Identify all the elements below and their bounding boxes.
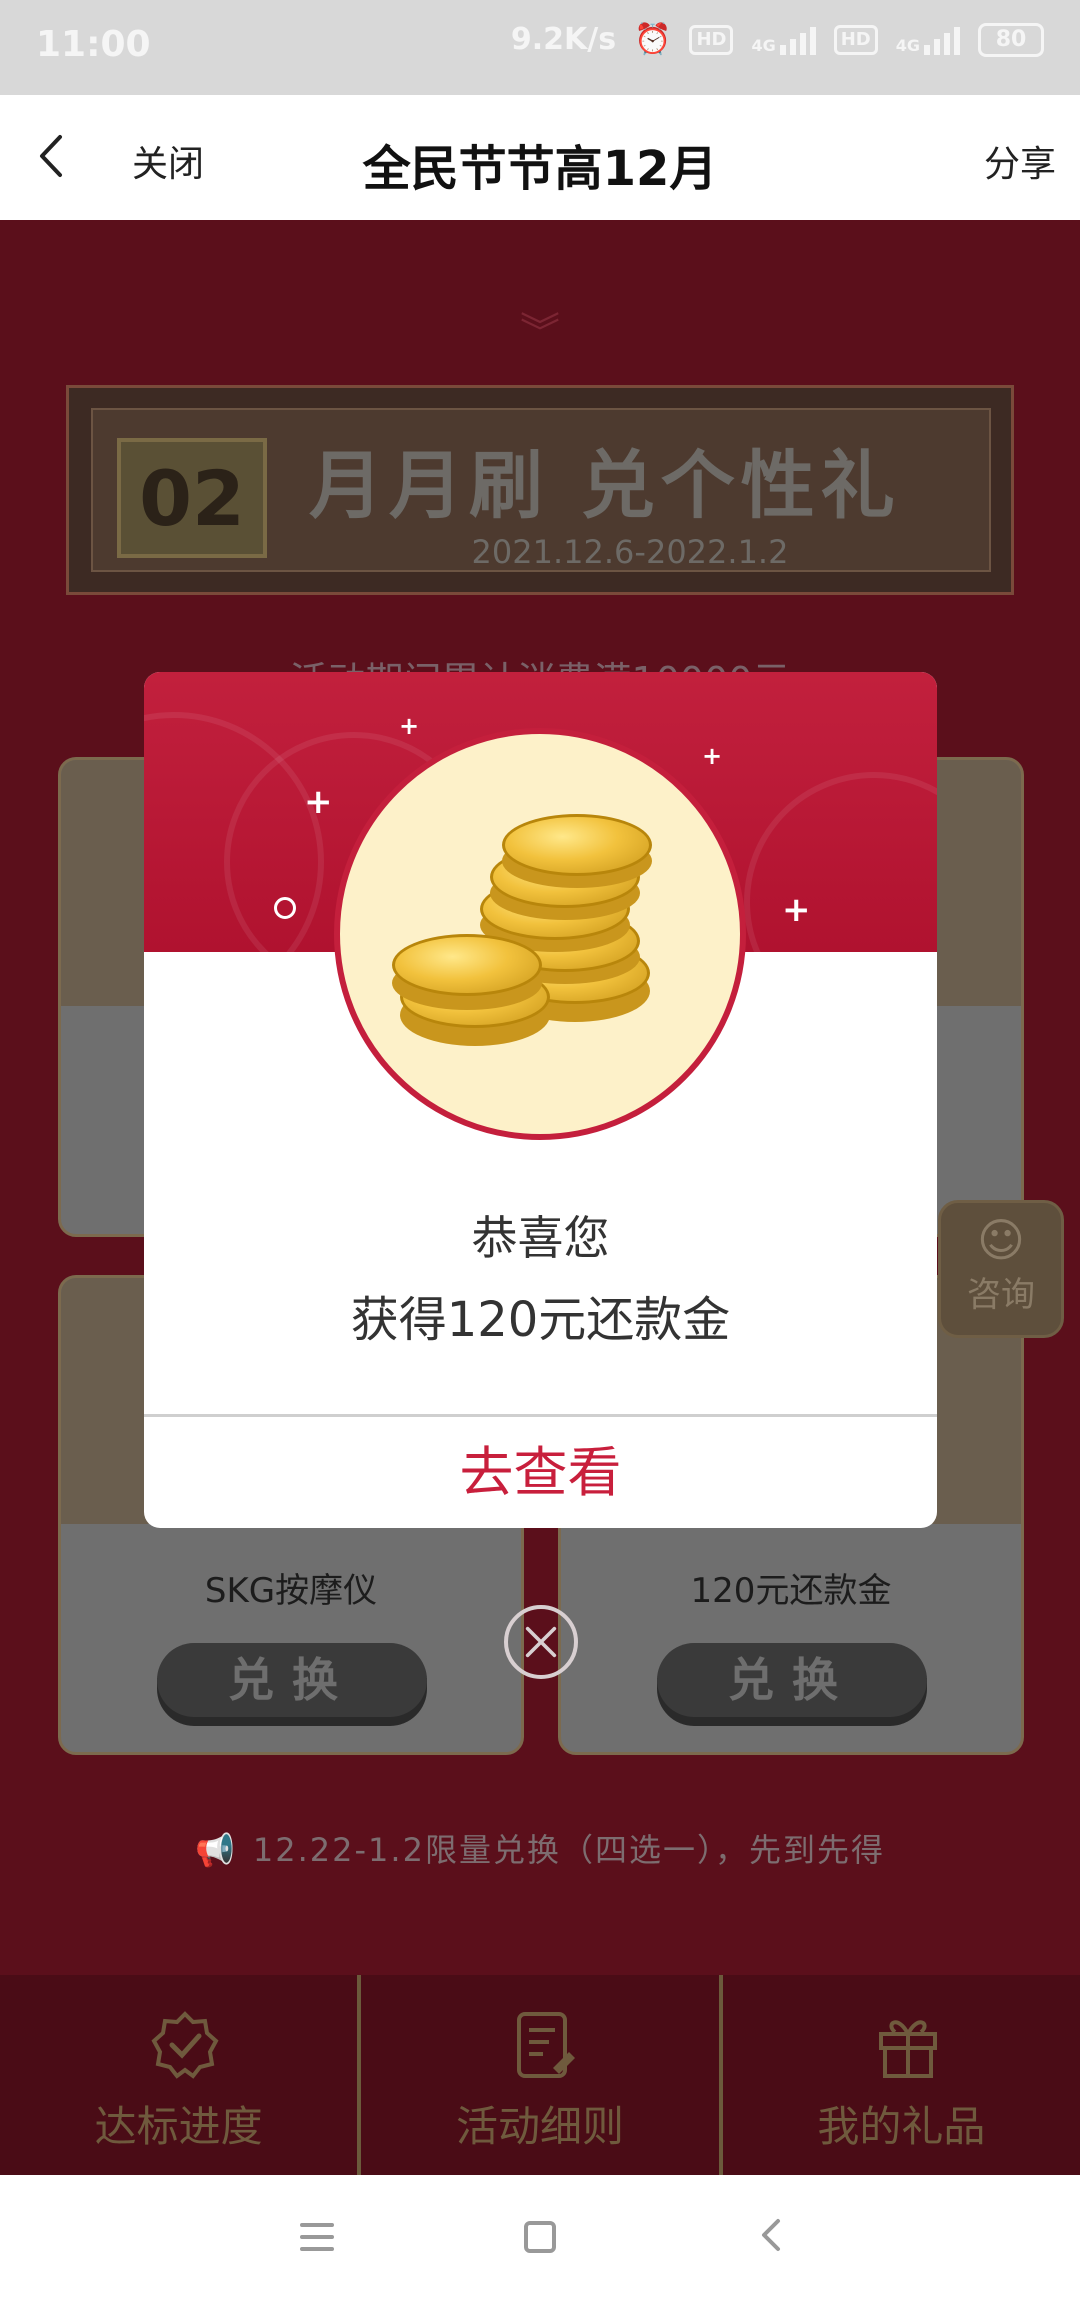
signal-icon-2: 4G [896, 25, 960, 55]
sparkle-icon: + [399, 712, 420, 740]
network-speed: 9.2K/s [510, 22, 617, 57]
close-circle-icon[interactable] [504, 1605, 578, 1679]
gift-icon [878, 2020, 937, 2078]
consult-label: 咨询 [967, 1275, 1035, 1315]
sparkle-icon: + [702, 742, 723, 770]
home-icon[interactable] [524, 2221, 556, 2253]
coin-illustration [334, 728, 746, 1140]
hd-badge: HD [689, 24, 734, 55]
document-icon [517, 2012, 576, 2078]
tab-label: 活动细则 [455, 2102, 624, 2151]
headset-icon: ☺ [977, 1213, 1025, 1267]
section-title: 月月刷 兑个性礼 [309, 443, 901, 529]
redeem-button[interactable]: 兑换 [157, 1643, 427, 1717]
view-reward-button[interactable]: 去查看 [144, 1417, 937, 1528]
tab-label: 我的礼品 [817, 2102, 986, 2151]
nav-back-icon[interactable] [752, 2215, 792, 2255]
alarm-icon: ⏰ [634, 22, 672, 57]
gift-label: SKG按摩仪 [204, 1571, 378, 1611]
section-date: 2021.12.6-2022.1.2 [471, 533, 789, 571]
hd-badge-2: HD [833, 24, 878, 55]
megaphone-icon: 📢 [195, 1831, 237, 1869]
reward-dialog: + + + + 恭喜您 获得120元还款金 去查看 [144, 672, 937, 1528]
gift-label: 120元还款金 [690, 1571, 892, 1611]
consult-button[interactable]: ☺ 咨询 [938, 1200, 1064, 1338]
notice-label: 12.22-1.2限量兑换（四选一），先到先得 [252, 1831, 885, 1869]
bottom-tabbar: 达标进度 活动细则 我的礼品 [0, 1975, 1080, 2175]
sparkle-icon: + [782, 890, 811, 930]
status-icons: 9.2K/s ⏰ HD 4G HD 4G 80 [511, 22, 1044, 57]
app-header: 关闭 全民节节高12月 分享 [0, 95, 1080, 220]
badge-check-icon [151, 2011, 219, 2079]
notice-text: 📢 12.22-1.2限量兑换（四选一），先到先得 [0, 1825, 1080, 1871]
congrats-text: 恭喜您 [471, 1211, 610, 1265]
sparkle-icon: + [304, 782, 333, 822]
network-type-2: 4G [895, 35, 920, 55]
tab-rules[interactable]: 活动细则 [361, 1975, 723, 2175]
redeem-button[interactable]: 兑换 [657, 1643, 927, 1717]
page-title: 全民节节高12月 [362, 141, 718, 197]
tab-progress[interactable]: 达标进度 [0, 1975, 362, 2175]
status-time: 11:00 [36, 24, 151, 65]
tab-label: 达标进度 [94, 2102, 263, 2151]
signal-icon: 4G [751, 25, 816, 55]
scroll-down-icon: ︾ [520, 310, 560, 356]
network-type: 4G [751, 35, 776, 55]
battery-icon: 80 [978, 22, 1044, 57]
status-bar: 11:00 9.2K/s ⏰ HD 4G HD 4G 80 [0, 0, 1080, 95]
system-navbar [0, 2175, 1080, 2304]
tab-my-gifts[interactable]: 我的礼品 [723, 1975, 1080, 2175]
share-button[interactable]: 分享 [984, 135, 1056, 187]
section-banner: 02 月月刷 兑个性礼 2021.12.6-2022.1.2 [66, 385, 1014, 595]
prize-text: 获得120元还款金 [350, 1292, 731, 1348]
ring-decoration [274, 897, 296, 919]
menu-icon[interactable] [300, 2223, 334, 2259]
